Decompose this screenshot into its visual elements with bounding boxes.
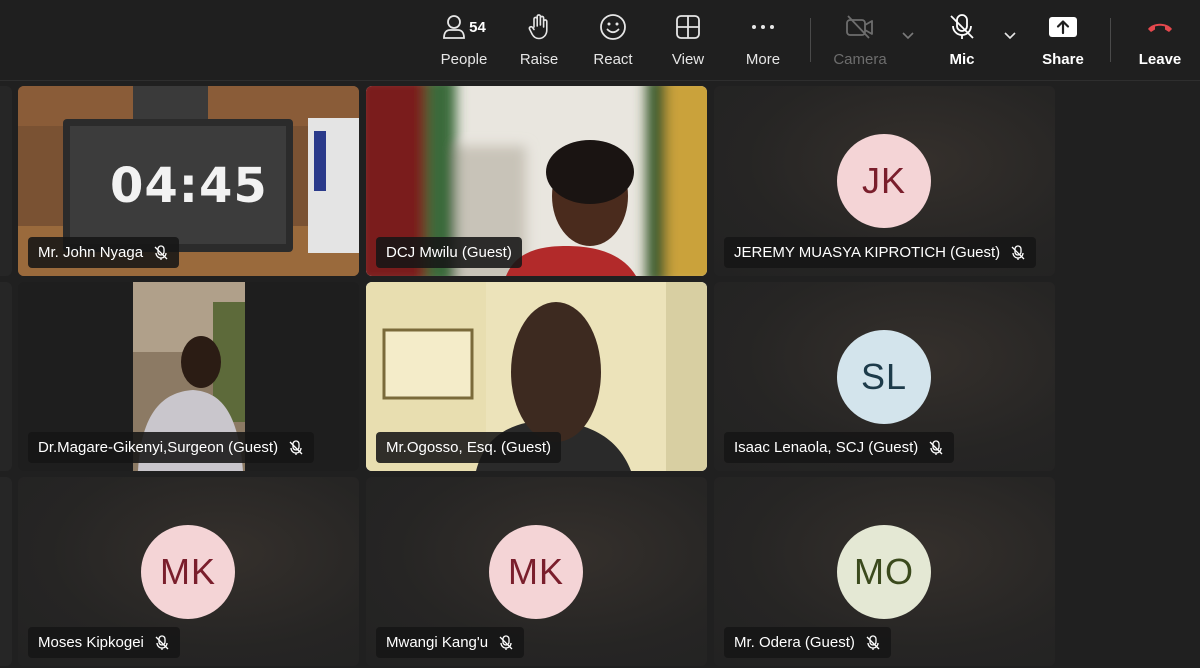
participant-nametag: Dr.Magare-Gikenyi,Surgeon (Guest) (28, 432, 315, 463)
avatar: MO (837, 525, 931, 619)
participant-nametag: Mr.Ogosso, Esq. (Guest) (376, 432, 562, 463)
people-icon-wrap: 54 (442, 12, 486, 42)
participant-name: Dr.Magare-Gikenyi,Surgeon (Guest) (38, 439, 279, 456)
toolbar-divider-2 (1110, 18, 1111, 62)
avatar: MK (489, 525, 583, 619)
countdown-timer: 04:45 (110, 158, 268, 214)
participant-nametag: DCJ Mwilu (Guest) (376, 237, 522, 268)
participant-nametag: Mwangi Kang'u (376, 627, 525, 658)
mic-off-icon (950, 14, 974, 39)
participant-nametag: Moses Kipkogei (28, 627, 180, 658)
people-label: People (440, 51, 488, 68)
share-button[interactable]: Share (1040, 12, 1086, 74)
raise-hand-icon (528, 14, 548, 40)
mic-muted-icon (154, 244, 168, 260)
mic-muted-icon (499, 634, 513, 650)
participant-nametag: Isaac Lenaola, SCJ (Guest) (724, 432, 955, 463)
mic-muted-icon (155, 634, 169, 650)
avatar: JK (837, 134, 931, 228)
raise-label: Raise (519, 51, 559, 68)
more-button[interactable]: More (740, 12, 786, 74)
meeting-toolbar: 54 People Raise React View More Camera M… (0, 0, 1200, 81)
avatar: MK (141, 525, 235, 619)
participant-name: Mwangi Kang'u (386, 634, 489, 651)
people-icon (443, 15, 466, 39)
participant-nametag: Mr. Odera (Guest) (724, 627, 891, 658)
react-label: React (593, 51, 633, 68)
toolbar-divider (810, 18, 811, 62)
participant-name: Mr.Ogosso, Esq. (Guest) (386, 439, 552, 456)
participant-name: Mr. Odera (Guest) (734, 634, 855, 651)
raise-hand-button[interactable]: Raise (516, 12, 562, 74)
hang-up-icon (1148, 23, 1172, 32)
offscreen-tile-edge (0, 282, 12, 471)
participant-tile[interactable]: 04:45 Mr. John Nyaga (18, 86, 359, 276)
view-button[interactable]: View (666, 12, 710, 74)
react-button[interactable]: React (590, 12, 636, 74)
grid-view-icon (676, 15, 700, 39)
camera-label: Camera (833, 51, 887, 68)
participant-name: Isaac Lenaola, SCJ (Guest) (734, 439, 919, 456)
more-label: More (745, 51, 781, 68)
camera-button[interactable]: Camera (832, 12, 888, 74)
mic-button[interactable]: Mic (944, 12, 980, 74)
smiley-icon (600, 14, 626, 40)
mic-options-chevron-icon[interactable] (1003, 30, 1017, 40)
participant-tile[interactable]: MO Mr. Odera (Guest) (714, 477, 1055, 666)
camera-off-icon (846, 15, 873, 39)
mic-muted-icon (1011, 244, 1025, 260)
leave-label: Leave (1138, 51, 1182, 68)
view-label: View (671, 51, 705, 68)
participant-tile-active-speaker[interactable]: Mr.Ogosso, Esq. (Guest) (366, 282, 707, 471)
participant-tile[interactable]: JK JEREMY MUASYA KIPROTICH (Guest) (714, 86, 1055, 276)
mic-muted-icon (289, 439, 303, 455)
participant-tile[interactable]: SL Isaac Lenaola, SCJ (Guest) (714, 282, 1055, 471)
participant-tile[interactable]: MK Mwangi Kang'u (366, 477, 707, 666)
share-screen-icon (1049, 17, 1077, 37)
offscreen-tile-edge (0, 86, 12, 276)
participant-tile[interactable]: MK Moses Kipkogei (18, 477, 359, 666)
participant-name: Mr. John Nyaga (38, 244, 144, 261)
camera-options-chevron-icon[interactable] (901, 30, 915, 40)
leave-button[interactable]: Leave (1136, 12, 1184, 74)
avatar: SL (837, 330, 931, 424)
mic-muted-icon (866, 634, 880, 650)
participant-name: Moses Kipkogei (38, 634, 144, 651)
participant-name: DCJ Mwilu (Guest) (386, 244, 512, 261)
mic-muted-icon (929, 439, 943, 455)
participant-nametag: Mr. John Nyaga (28, 237, 180, 268)
mic-label: Mic (949, 51, 975, 68)
offscreen-tile-edge (0, 477, 12, 666)
participant-tile[interactable]: Dr.Magare-Gikenyi,Surgeon (Guest) (18, 282, 359, 471)
participant-name: JEREMY MUASYA KIPROTICH (Guest) (734, 244, 1001, 261)
people-button[interactable]: 54 People (436, 12, 492, 74)
participant-tile[interactable]: DCJ Mwilu (Guest) (366, 86, 707, 276)
participant-nametag: JEREMY MUASYA KIPROTICH (Guest) (724, 237, 1037, 268)
share-label: Share (1042, 51, 1084, 68)
more-dots-icon (752, 25, 774, 29)
people-count: 54 (469, 18, 486, 36)
